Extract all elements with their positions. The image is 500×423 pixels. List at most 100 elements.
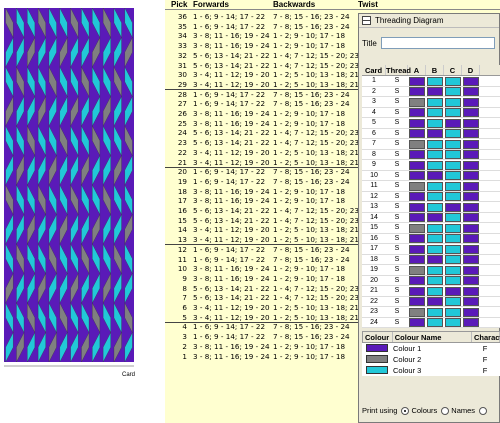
grid-col-b[interactable]: B <box>426 65 444 75</box>
thread-direction[interactable]: S <box>386 97 408 107</box>
thread-direction[interactable]: S <box>386 234 408 244</box>
thread-direction[interactable]: S <box>386 171 408 181</box>
hole-cell-a[interactable] <box>409 318 425 327</box>
title-input[interactable] <box>380 37 495 49</box>
card-row[interactable]: 10 S <box>362 170 500 181</box>
hole-cell-d[interactable] <box>463 234 479 243</box>
hole-cell-b[interactable] <box>427 171 443 180</box>
hole-cell-a[interactable] <box>409 192 425 201</box>
hole-cell-b[interactable] <box>427 118 443 128</box>
thread-direction[interactable]: S <box>386 192 408 202</box>
print-option[interactable]: Colours <box>401 406 437 415</box>
card-row[interactable]: 11 S <box>362 181 500 192</box>
card-row[interactable]: 19 S <box>362 265 500 276</box>
hole-cell-a[interactable] <box>409 223 425 233</box>
hole-cell-d[interactable] <box>463 318 479 327</box>
card-row[interactable]: 14 S <box>362 212 500 223</box>
hole-cell-c[interactable] <box>445 108 461 117</box>
hole-cell-a[interactable] <box>409 202 425 212</box>
thread-direction[interactable]: S <box>386 150 408 160</box>
hole-cell-c[interactable] <box>445 276 461 285</box>
hole-cell-c[interactable] <box>445 265 461 275</box>
hole-cell-d[interactable] <box>463 276 479 285</box>
thread-direction[interactable]: S <box>386 108 408 118</box>
thread-direction[interactable]: S <box>386 139 408 149</box>
hole-cell-c[interactable] <box>445 255 461 264</box>
hole-cell-a[interactable] <box>409 76 425 86</box>
card-row[interactable]: 23 S <box>362 307 500 318</box>
hole-cell-b[interactable] <box>427 192 443 201</box>
colour-swatch[interactable] <box>366 355 388 363</box>
hole-cell-c[interactable] <box>445 213 461 222</box>
hole-cell-b[interactable] <box>427 108 443 117</box>
hole-cell-c[interactable] <box>445 181 461 191</box>
thread-direction[interactable]: S <box>386 286 408 296</box>
thread-direction[interactable]: S <box>386 213 408 223</box>
hole-cell-b[interactable] <box>427 139 443 149</box>
grid-col-a[interactable]: A <box>408 65 426 75</box>
hole-cell-b[interactable] <box>427 234 443 243</box>
hole-cell-c[interactable] <box>445 244 461 254</box>
grid-col-c[interactable]: C <box>444 65 462 75</box>
hole-cell-a[interactable] <box>409 255 425 264</box>
grid-col-thread[interactable]: Thread <box>386 65 411 75</box>
hole-cell-c[interactable] <box>445 223 461 233</box>
hole-cell-d[interactable] <box>463 265 479 275</box>
hole-cell-c[interactable] <box>445 192 461 201</box>
hole-cell-b[interactable] <box>427 76 443 86</box>
thread-direction[interactable]: S <box>386 76 408 86</box>
hole-cell-a[interactable] <box>409 213 425 222</box>
hole-cell-d[interactable] <box>463 139 479 149</box>
hole-cell-c[interactable] <box>445 129 461 138</box>
hole-cell-b[interactable] <box>427 286 443 296</box>
card-row[interactable]: 6S <box>362 128 500 139</box>
hole-cell-d[interactable] <box>463 97 479 107</box>
hole-cell-d[interactable] <box>463 108 479 117</box>
hole-cell-a[interactable] <box>409 129 425 138</box>
hole-cell-a[interactable] <box>409 297 425 306</box>
thread-direction[interactable]: S <box>386 87 408 97</box>
hole-cell-b[interactable] <box>427 97 443 107</box>
hole-cell-c[interactable] <box>445 171 461 180</box>
hole-cell-c[interactable] <box>445 76 461 86</box>
hole-cell-c[interactable] <box>445 202 461 212</box>
thread-direction[interactable]: S <box>386 244 408 254</box>
hole-cell-d[interactable] <box>463 171 479 180</box>
radio-icon[interactable] <box>479 406 488 415</box>
hole-cell-a[interactable] <box>409 307 425 317</box>
card-row[interactable]: 4S <box>362 107 500 118</box>
legend-row[interactable]: Colour 1 F <box>362 343 500 354</box>
print-option[interactable]: Names <box>441 406 475 415</box>
card-row[interactable]: 3S <box>362 97 500 108</box>
hole-cell-a[interactable] <box>409 160 425 170</box>
hole-cell-d[interactable] <box>463 87 479 96</box>
hole-cell-a[interactable] <box>409 139 425 149</box>
thread-direction[interactable]: S <box>386 181 408 191</box>
thread-direction[interactable]: S <box>386 118 408 128</box>
hole-cell-b[interactable] <box>427 129 443 138</box>
hole-cell-d[interactable] <box>463 150 479 159</box>
hole-cell-d[interactable] <box>463 255 479 264</box>
hole-cell-a[interactable] <box>409 97 425 107</box>
card-row[interactable]: 20 S <box>362 275 500 286</box>
legend-row[interactable]: Colour 3 F <box>362 365 500 376</box>
hole-cell-b[interactable] <box>427 87 443 96</box>
card-row[interactable]: 21 S <box>362 286 500 297</box>
card-row[interactable]: 17 S <box>362 244 500 255</box>
hole-cell-b[interactable] <box>427 202 443 212</box>
grid-col-card[interactable]: Card <box>362 65 386 75</box>
hole-cell-c[interactable] <box>445 160 461 170</box>
card-row[interactable]: 8S <box>362 149 500 160</box>
hole-cell-b[interactable] <box>427 213 443 222</box>
thread-direction[interactable]: S <box>386 265 408 275</box>
thread-direction[interactable]: S <box>386 255 408 265</box>
radio-icon[interactable] <box>401 406 410 415</box>
thread-direction[interactable]: S <box>386 202 408 212</box>
hole-cell-d[interactable] <box>463 76 479 86</box>
card-row[interactable]: 24 S <box>362 317 500 328</box>
hole-cell-b[interactable] <box>427 297 443 306</box>
hole-cell-c[interactable] <box>445 118 461 128</box>
hole-cell-c[interactable] <box>445 307 461 317</box>
thread-direction[interactable]: S <box>386 297 408 307</box>
legend-row[interactable]: Colour 2 F <box>362 354 500 365</box>
